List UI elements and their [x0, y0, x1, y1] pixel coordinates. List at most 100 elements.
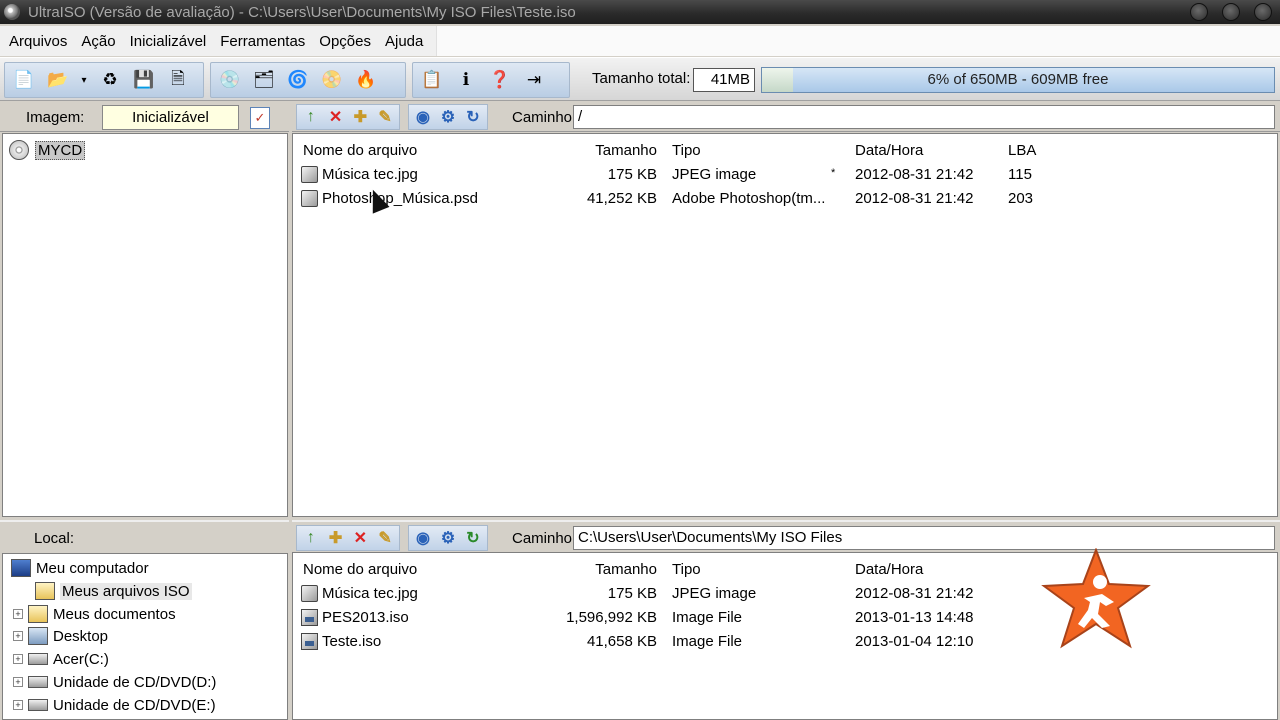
image-root-label: MYCD	[35, 140, 86, 160]
rename-icon[interactable]: ✎	[375, 107, 395, 128]
column-lba[interactable]: LBA	[1008, 142, 1036, 159]
tree-item-label: Desktop	[53, 627, 109, 645]
column-name[interactable]: Nome do arquivo	[303, 561, 417, 578]
expand-icon[interactable]: +	[13, 700, 23, 710]
local-path-label: Caminho:	[512, 530, 577, 547]
column-size[interactable]: Tamanho	[523, 142, 657, 159]
expand-icon[interactable]: +	[13, 677, 23, 687]
file-date: 2013-01-13 14:48	[855, 609, 974, 626]
tree-item-label: Meus arquivos ISO	[60, 582, 192, 600]
tree-item-drive-c[interactable]: + Acer(C:)	[13, 648, 109, 670]
open-icon[interactable]: 📂	[45, 67, 71, 93]
file-name-cell: PES2013.iso	[301, 609, 409, 626]
help-icon[interactable]: ❓	[487, 67, 513, 93]
refresh-icon[interactable]: ↻	[463, 528, 483, 549]
save-as-icon[interactable]: 🗎	[165, 67, 191, 93]
capacity-text: 6% of 650MB - 609MB free	[927, 71, 1109, 88]
menu-inicializavel[interactable]: Inicializável	[123, 33, 214, 50]
image-file-icon	[301, 190, 318, 207]
file-name: Música tec.jpg	[322, 166, 418, 183]
main-toolbar: 📄 📂 ▾ ♻ 💾 🗎 💿 🗂 🌀 📀 🔥 📋 ℹ ❓ ⇥ Tamanho to…	[0, 57, 1280, 101]
menu-ajuda[interactable]: Ajuda	[378, 33, 430, 50]
iso-list-header: Nome do arquivo Tamanho Tipo Data/Hora L…	[293, 139, 1277, 163]
column-size[interactable]: Tamanho	[523, 561, 657, 578]
maximize-button[interactable]	[1222, 3, 1240, 21]
virtual-drive-icon[interactable]: 🔥	[353, 67, 379, 93]
delete-icon[interactable]: ✕	[326, 107, 346, 128]
save-icon[interactable]: 💾	[131, 67, 157, 93]
tree-item-iso-files[interactable]: Meus arquivos ISO	[35, 580, 192, 602]
file-name: Teste.iso	[322, 633, 382, 650]
column-type[interactable]: Tipo	[672, 561, 701, 578]
image-label: Imagem:	[26, 109, 85, 126]
local-view-actions: ◉ ⚙ ↻	[408, 525, 488, 551]
delete-icon[interactable]: ✕	[351, 528, 371, 549]
iso-file-row[interactable]: Música tec.jpg 175 KB JPEG image * 2012-…	[293, 163, 1277, 187]
minimize-button[interactable]	[1190, 3, 1208, 21]
close-button[interactable]	[1254, 3, 1272, 21]
expand-icon[interactable]: +	[13, 609, 23, 619]
burn-icon[interactable]: 🗂	[251, 67, 277, 93]
local-path-field[interactable]: C:\Users\User\Documents\My ISO Files	[573, 526, 1275, 550]
disk-image-icon[interactable]: 📀	[319, 67, 345, 93]
compress-icon[interactable]: 🌀	[285, 67, 311, 93]
menu-acao[interactable]: Ação	[74, 33, 122, 50]
window-title: UltraISO (Versão de avaliação) - C:\User…	[28, 3, 576, 21]
column-type[interactable]: Tipo	[672, 142, 701, 159]
expand-icon[interactable]: +	[13, 631, 23, 641]
settings-gear-icon[interactable]: ⚙	[438, 528, 458, 549]
refresh-icon[interactable]: ↻	[463, 107, 483, 128]
up-folder-icon[interactable]: ↑	[301, 528, 321, 549]
menu-bar-spacer	[436, 26, 1280, 56]
globe-icon[interactable]: ◉	[413, 528, 433, 549]
column-name[interactable]: Nome do arquivo	[303, 142, 417, 159]
tree-item-drive-e[interactable]: + Unidade de CD/DVD(E:)	[13, 694, 216, 716]
file-type: Image File	[672, 609, 743, 626]
iso-path-field[interactable]: /	[573, 105, 1275, 129]
iso-file-actions: ↑ ✕ ✚ ✎	[296, 104, 400, 130]
image-root-node[interactable]: MYCD	[9, 140, 86, 160]
file-date: 2012-08-31 21:42	[855, 190, 974, 207]
tree-item-desktop[interactable]: + Desktop	[13, 625, 108, 647]
tree-item-label: Acer(C:)	[53, 650, 109, 668]
iso-file-row[interactable]: Photoshop_Música.psd 41,252 KB Adobe Pho…	[293, 187, 1277, 211]
new-folder-icon[interactable]: ✚	[326, 528, 346, 549]
new-folder-icon[interactable]: ✚	[351, 107, 371, 128]
file-size: 175 KB	[607, 166, 657, 183]
menu-opcoes[interactable]: Opções	[312, 33, 378, 50]
exit-icon[interactable]: ⇥	[521, 67, 547, 93]
expand-icon[interactable]: +	[13, 654, 23, 664]
globe-icon[interactable]: ◉	[413, 107, 433, 128]
file-name: Photoshop_Música.psd	[322, 190, 478, 207]
image-pane-header: Imagem: Inicializável ✓	[0, 102, 289, 132]
column-date[interactable]: Data/Hora	[855, 561, 923, 578]
menu-ferramentas[interactable]: Ferramentas	[213, 33, 312, 50]
computer-icon	[11, 559, 31, 577]
info-icon[interactable]: ℹ	[453, 67, 479, 93]
iso-pane-header: ↑ ✕ ✚ ✎ ◉ ⚙ ↻ Caminho: /	[292, 102, 1280, 132]
settings-gear-icon[interactable]: ⚙	[438, 107, 458, 128]
file-type: JPEG image	[672, 166, 757, 183]
image-file-icon	[301, 585, 318, 602]
file-lba: 115	[1008, 166, 1032, 183]
tree-item-documents[interactable]: + Meus documentos	[13, 603, 176, 625]
menu-arquivos[interactable]: Arquivos	[2, 33, 74, 50]
boot-status-field: Inicializável	[102, 105, 239, 130]
column-date[interactable]: Data/Hora	[855, 142, 923, 159]
file-type: Image File	[672, 633, 743, 650]
mount-icon[interactable]: 💿	[217, 67, 243, 93]
file-flag: *	[831, 167, 836, 179]
up-folder-icon[interactable]: ↑	[301, 107, 321, 128]
bootable-check-icon[interactable]: ✓	[250, 107, 270, 129]
convert-icon[interactable]: 📋	[419, 67, 445, 93]
desktop-icon	[28, 627, 48, 645]
iso-folder-icon	[35, 582, 55, 600]
tree-item-drive-d[interactable]: + Unidade de CD/DVD(D:)	[13, 671, 216, 693]
dropdown-icon[interactable]: ▾	[79, 67, 89, 93]
file-name-cell: Teste.iso	[301, 633, 381, 650]
rename-icon[interactable]: ✎	[375, 528, 395, 549]
extract-icon[interactable]: ♻	[97, 67, 123, 93]
file-type: JPEG image	[672, 585, 757, 602]
new-icon[interactable]: 📄	[11, 67, 37, 93]
tree-item-computer[interactable]: Meu computador	[11, 557, 149, 579]
